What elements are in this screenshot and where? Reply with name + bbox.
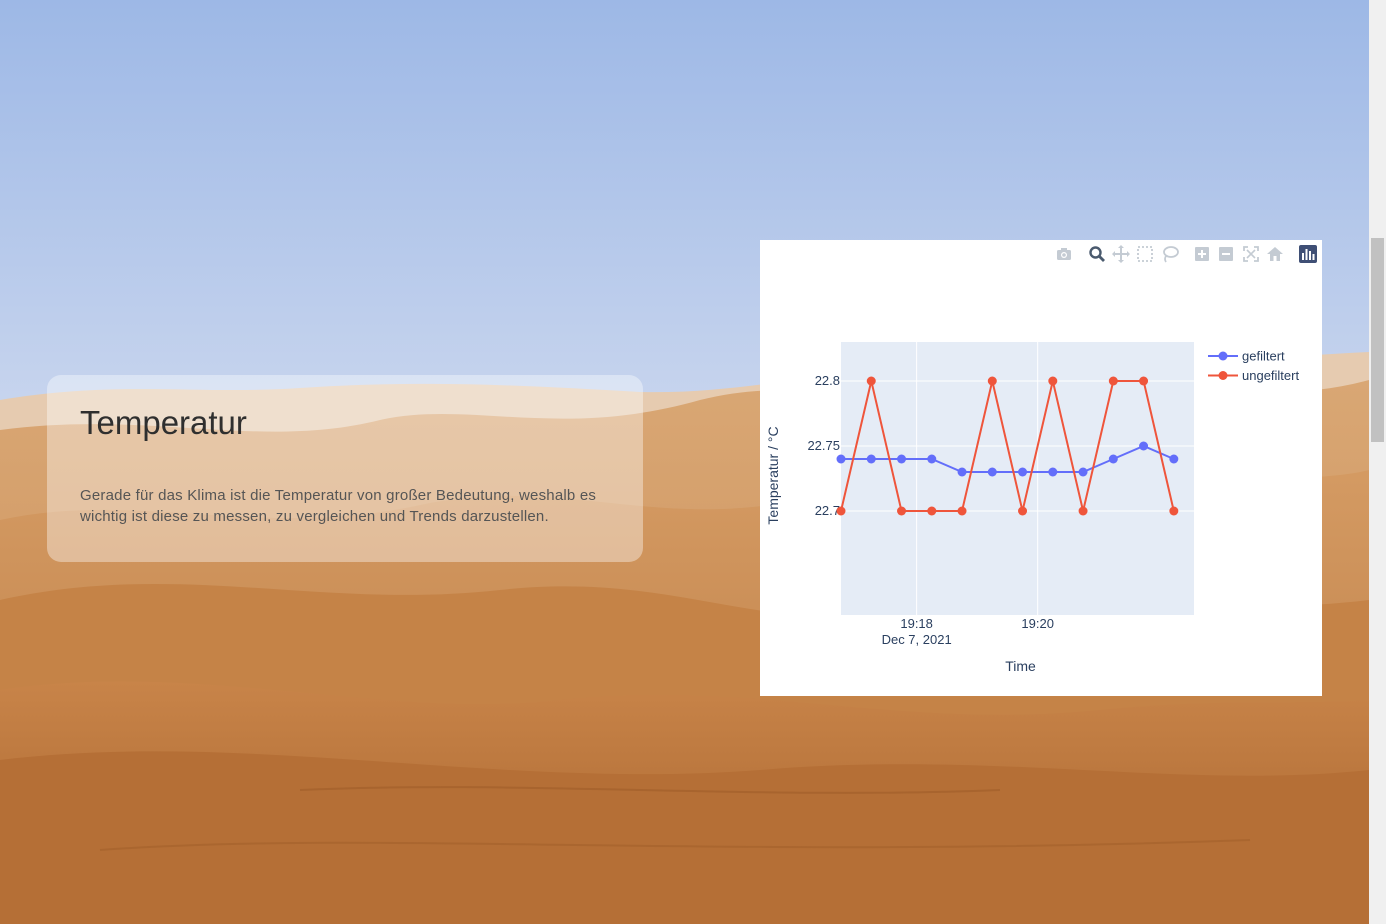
data-point-gefiltert [987,467,997,477]
y-tick-label: 22.7 [815,503,840,518]
legend-label-ungefiltert: ungefiltert [1242,368,1299,383]
x-tick-label: 19:18 [900,616,933,631]
vertical-scrollbar[interactable] [1369,0,1386,924]
card-description: Gerade für das Klima ist die Temperatur … [80,487,597,525]
data-point-gefiltert [1018,467,1028,477]
zoom-in-icon[interactable] [1192,244,1212,264]
pan-icon[interactable] [1111,244,1131,264]
zoom-out-icon[interactable] [1216,244,1236,264]
legend-marker-gefiltert [1218,351,1228,361]
data-point-gefiltert [1169,454,1179,464]
data-point-gefiltert [897,454,907,464]
reset-axes-icon[interactable] [1265,244,1285,264]
data-point-gefiltert [1048,467,1058,477]
data-point-ungefiltert [987,376,997,386]
data-point-ungefiltert [1139,376,1149,386]
card-title: Temperatur [80,404,247,441]
data-point-gefiltert [1108,454,1118,464]
data-point-gefiltert [866,454,876,464]
data-point-ungefiltert [1018,506,1028,516]
plot-panel: 22.7 22.75 22.8 19:18 Dec 7, 2021 19:20 Time Te… [760,240,1322,696]
info-card: Temperatur Gerade für das Klima ist die … [47,375,643,562]
data-point-gefiltert [927,454,937,464]
data-point-gefiltert [1139,441,1149,451]
data-point-ungefiltert [866,376,876,386]
data-point-ungefiltert [836,506,846,516]
box-select-icon[interactable] [1135,244,1155,264]
data-point-ungefiltert [897,506,907,516]
plotly-logo-icon[interactable] [1298,244,1318,264]
data-point-ungefiltert [1169,506,1179,516]
data-point-gefiltert [1078,467,1088,477]
x-tick-sublabel: Dec 7, 2021 [882,632,952,647]
camera-icon[interactable] [1054,244,1074,264]
lasso-icon[interactable] [1160,244,1180,264]
y-tick-label: 22.8 [815,373,840,388]
data-point-ungefiltert [957,506,967,516]
scrollbar-thumb[interactable] [1371,238,1384,442]
data-point-ungefiltert [1048,376,1058,386]
y-tick-label: 22.75 [807,438,840,453]
y-axis-title: Temperatur / °C [765,426,781,524]
zoom-icon[interactable] [1087,244,1107,264]
plot-modebar [760,240,1322,270]
data-point-gefiltert [836,454,846,464]
legend-marker-ungefiltert [1218,371,1228,380]
legend-label-gefiltert: gefiltert [1242,349,1285,364]
autoscale-icon[interactable] [1241,244,1261,264]
x-axis-title: Time [1005,658,1036,674]
temperature-chart[interactable]: 22.7 22.75 22.8 19:18Dec 7, 2021 19:20 Time Te… [760,240,1322,696]
x-tick-label: 19:20 [1021,616,1054,631]
data-point-gefiltert [957,467,967,477]
data-point-ungefiltert [927,506,937,516]
data-point-ungefiltert [1108,376,1118,386]
data-point-ungefiltert [1078,506,1088,516]
